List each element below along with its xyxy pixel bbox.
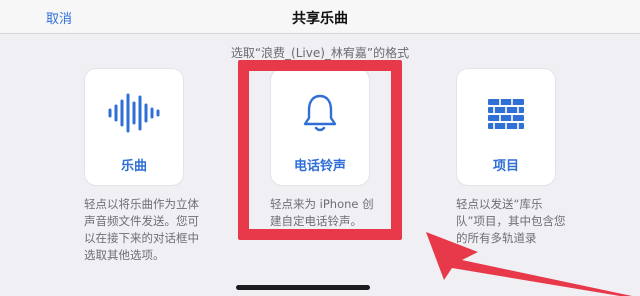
- arrow-annotation-icon: [426, 232, 632, 296]
- option-description-ringtone: 轻点来为 iPhone 创建自定电话铃声。: [270, 197, 374, 228]
- waveform-icon: [85, 91, 183, 135]
- option-card-ringtone[interactable]: 电话铃声: [270, 68, 370, 186]
- home-indicator[interactable]: [236, 285, 370, 290]
- option-label-ringtone: 电话铃声: [293, 159, 346, 174]
- navigation-bar: 取消 共享乐曲: [0, 0, 640, 34]
- brick-wall-icon: [457, 91, 555, 135]
- format-prompt: 选取“浪费_(Live)_林宥嘉”的格式: [230, 46, 410, 60]
- option-card-project[interactable]: 项目: [456, 68, 556, 186]
- option-label-project: 项目: [492, 159, 519, 174]
- bell-icon: [271, 91, 369, 135]
- option-card-songs[interactable]: 乐曲: [84, 68, 184, 186]
- option-description-songs: 轻点以将乐曲作为立体声音频文件发送。您可以在接下来的对话框中选取其他选项。: [84, 197, 199, 262]
- option-label-songs: 乐曲: [120, 159, 147, 174]
- page-title: 共享乐曲: [292, 11, 348, 27]
